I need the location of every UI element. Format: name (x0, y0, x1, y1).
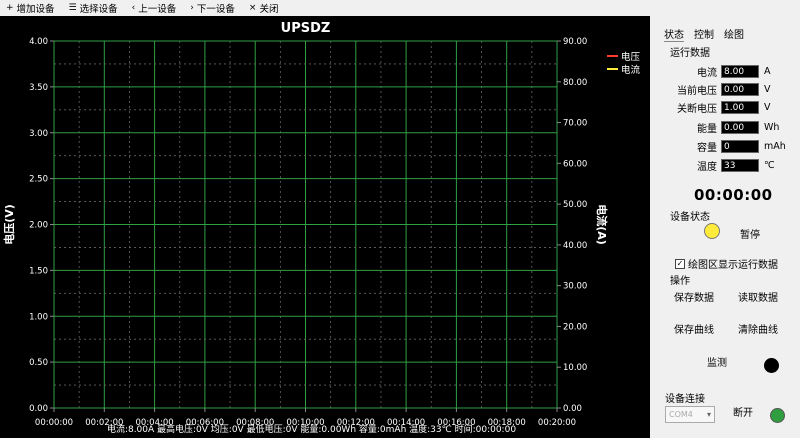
left-tick-label: 4.00 (29, 37, 48, 47)
energy-value: 0.00 (721, 121, 759, 134)
right-tick-label: 90.00 (563, 37, 587, 47)
cutoff-voltage-unit: V (764, 102, 771, 113)
next-device-menu[interactable]: › 下一设备 (190, 1, 235, 15)
right-tick-label: 70.00 (563, 119, 587, 129)
select-device-menu[interactable]: ☰ 选择设备 (69, 1, 118, 15)
chevron-down-icon: ▾ (706, 410, 711, 419)
capacity-label: 容量 (697, 143, 717, 154)
select-device-label: 选择设备 (79, 4, 118, 15)
checkbox-label: 绘图区显示运行数据 (688, 260, 778, 271)
temperature-label: 温度 (697, 162, 717, 173)
running-data-title: 运行数据 (670, 48, 710, 59)
voltage-label: 当前电压 (677, 86, 717, 97)
chart-title: UPSDZ (281, 21, 331, 36)
capacity-row: 容量 0 mAh (650, 139, 800, 154)
right-tick-label: 30.00 (563, 282, 587, 292)
capacity-unit: mAh (764, 141, 786, 152)
left-tick-label: 1.50 (29, 266, 48, 276)
clear-curve-button[interactable]: 清除曲线 (729, 321, 787, 343)
read-data-button[interactable]: 读取数据 (729, 289, 787, 311)
x-tick-label: 00:00:00 (35, 418, 73, 428)
menubar: + 增加设备 ☰ 选择设备 ‹ 上一设备 › 下一设备 × 关闭 (0, 0, 800, 16)
tab-control[interactable]: 控制 (694, 26, 714, 42)
left-axis-label: 电压(V) (2, 204, 16, 245)
voltage-value: 0.00 (721, 83, 759, 96)
right-panel: 状态 控制 绘图 运行数据 电流 8.00 A 当前电压 0.00 V 关断电压… (650, 16, 800, 438)
right-tick-label: 10.00 (563, 363, 587, 373)
left-tick-label: 3.50 (29, 83, 48, 93)
tab-status[interactable]: 状态 (664, 26, 684, 42)
chart-svg: UPSDZ00:00:00 00:02:00 00:04:00 00:06:00 00:… (2, 21, 641, 435)
energy-unit: Wh (764, 122, 780, 133)
left-tick-label: 2.00 (29, 221, 48, 231)
capacity-value: 0 (721, 140, 759, 153)
left-tick-label: 0.50 (29, 358, 48, 368)
operations-label: 操作 (670, 276, 690, 287)
energy-label: 能量 (697, 124, 717, 135)
energy-row: 能量 0.00 Wh (650, 120, 800, 135)
chart-summary: 电流:8.00A 最高电压:0V 均压:0V 最低电压:0V 能量:0.00Wh… (107, 423, 516, 435)
left-tick-label: 0.00 (29, 404, 48, 414)
current-row: 电流 8.00 A (650, 64, 800, 79)
left-tick-label: 1.00 (29, 312, 48, 322)
plus-icon: + (6, 3, 14, 13)
temperature-value: 33 (721, 159, 759, 172)
add-device-menu[interactable]: + 增加设备 (6, 1, 55, 15)
prev-device-menu[interactable]: ‹ 上一设备 (132, 1, 177, 15)
temperature-unit: ℃ (764, 160, 775, 171)
x-tick-label: 00:20:00 (538, 418, 576, 428)
voltage-row: 当前电压 0.00 V (650, 82, 800, 97)
temperature-row: 温度 33 ℃ (650, 158, 800, 173)
tab-plot[interactable]: 绘图 (724, 26, 744, 42)
show-running-data-checkbox[interactable]: ✓ 绘图区显示运行数据 (675, 256, 778, 271)
save-curve-button[interactable]: 保存曲线 (665, 321, 723, 343)
chevron-left-icon: ‹ (131, 3, 136, 13)
list-icon: ☰ (68, 3, 77, 13)
current-unit: A (764, 66, 771, 77)
right-tick-label: 60.00 (563, 159, 587, 169)
connection-indicator-light (770, 408, 785, 423)
com-port-select[interactable]: COM4 ▾ (665, 406, 715, 423)
elapsed-timer: 00:00:00 (694, 186, 773, 204)
close-label: 关闭 (259, 4, 279, 15)
left-tick-label: 2.50 (29, 175, 48, 185)
left-tick-label: 3.00 (29, 129, 48, 139)
right-tick-label: 40.00 (563, 241, 587, 251)
prev-device-label: 上一设备 (138, 4, 177, 15)
disconnect-button[interactable]: 断开 (723, 404, 763, 426)
chart-area[interactable]: UPSDZ 00:00:00 00:02:00 00:04:00 00:06:00 00:… (0, 16, 650, 438)
cutoff-voltage-value: 1.00 (721, 101, 759, 114)
right-tick-label: 20.00 (563, 322, 587, 332)
status-indicator-light (704, 223, 720, 239)
device-status-label: 设备状态 (670, 212, 710, 223)
right-tick-label: 0.00 (563, 404, 582, 414)
chevron-right-icon: › (190, 3, 194, 13)
right-tick-label: 50.00 (563, 200, 587, 210)
monitor-indicator-light (764, 358, 779, 373)
device-status-value: 暂停 (740, 230, 760, 241)
monitor-button[interactable]: 监测 (688, 354, 746, 376)
save-data-button[interactable]: 保存数据 (665, 289, 723, 311)
current-value: 8.00 (721, 65, 759, 78)
voltage-unit: V (764, 84, 771, 95)
next-device-label: 下一设备 (196, 4, 235, 15)
close-icon: × (248, 3, 257, 13)
com-port-value: COM4 (669, 410, 693, 419)
device-connection-label: 设备连接 (665, 394, 705, 405)
right-axis-label: 电流(A) (595, 204, 609, 245)
close-menu[interactable]: × 关闭 (249, 1, 279, 15)
legend-label: 电压 (621, 51, 641, 63)
current-label: 电流 (697, 68, 717, 79)
cutoff-voltage-label: 关断电压 (677, 104, 717, 115)
right-tick-label: 80.00 (563, 78, 587, 88)
panel-tabs: 状态 控制 绘图 (664, 26, 754, 42)
checkbox-box[interactable]: ✓ (675, 258, 685, 269)
add-device-label: 增加设备 (16, 4, 55, 15)
legend-label: 电流 (621, 64, 641, 76)
cutoff-voltage-row: 关断电压 1.00 V (650, 100, 800, 115)
